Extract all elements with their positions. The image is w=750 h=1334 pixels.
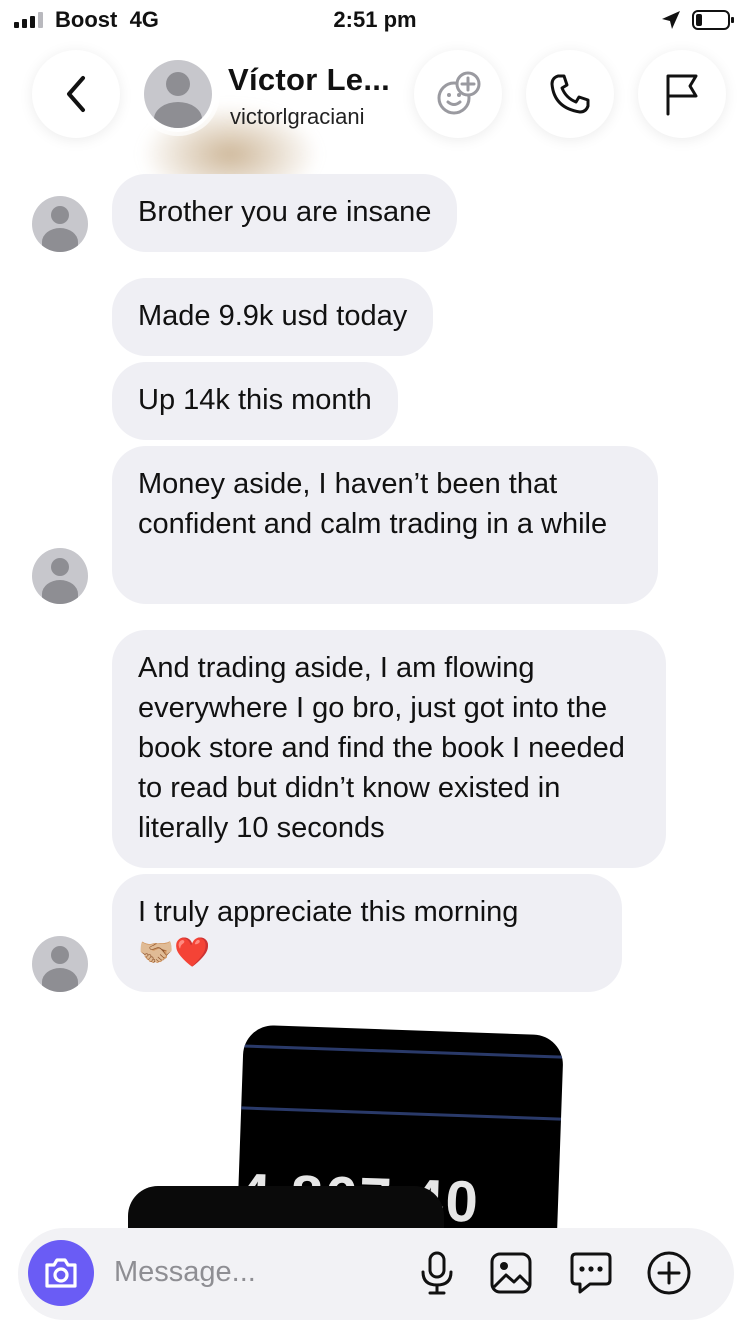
message-bubble[interactable]: And trading aside, I am flowing everywhe…	[112, 630, 666, 868]
sender-avatar[interactable]	[32, 196, 88, 252]
message-bubble[interactable]: Up 14k this month	[112, 362, 398, 440]
more-options-button[interactable]	[644, 1248, 694, 1298]
flag-icon	[666, 74, 698, 116]
sticker-button[interactable]	[566, 1248, 616, 1298]
sender-avatar[interactable]	[32, 548, 88, 604]
message-input[interactable]: Message...	[114, 1256, 256, 1289]
audio-call-button[interactable]	[526, 50, 614, 138]
camera-button[interactable]	[28, 1240, 94, 1306]
phone-icon	[550, 74, 590, 114]
report-flag-button[interactable]	[638, 50, 726, 138]
location-arrow-icon	[662, 11, 680, 29]
divider	[241, 1106, 562, 1121]
message-text: I truly appreciate this morning	[138, 896, 519, 928]
effects-button[interactable]	[414, 50, 502, 138]
message-bubble[interactable]: Brother you are insane	[112, 174, 458, 252]
gallery-button[interactable]	[486, 1248, 536, 1298]
plus-circle-icon	[647, 1251, 691, 1295]
chevron-left-icon	[67, 76, 85, 112]
divider	[243, 1044, 564, 1059]
status-bar: Boost 4G 2:51 pm	[0, 0, 750, 44]
message-emoji: 🤝🏼❤️	[138, 935, 211, 969]
message-composer: Message...	[18, 1228, 734, 1320]
message-bubble[interactable]: Money aside, I haven’t been that confide…	[112, 446, 658, 604]
contact-username[interactable]: victorlgraciani	[230, 104, 365, 130]
chat-bubble-dots-icon	[570, 1252, 612, 1294]
battery-icon	[692, 10, 734, 30]
camera-icon	[45, 1258, 77, 1288]
microphone-button[interactable]	[412, 1248, 462, 1298]
contact-avatar[interactable]	[140, 56, 216, 132]
contact-name[interactable]: Víctor Le...	[228, 62, 390, 98]
message-bubble[interactable]: Made 9.9k usd today	[112, 278, 434, 356]
sender-avatar[interactable]	[32, 936, 88, 992]
chat-header: Víctor Le... victorlgraciani	[0, 44, 750, 204]
image-icon	[490, 1252, 532, 1294]
status-time: 2:51 pm	[333, 7, 417, 32]
face-add-icon	[437, 71, 481, 115]
microphone-icon	[421, 1251, 453, 1295]
message-bubble[interactable]: I truly appreciate this morning 🤝🏼❤️	[112, 874, 622, 992]
back-button[interactable]	[32, 50, 120, 138]
